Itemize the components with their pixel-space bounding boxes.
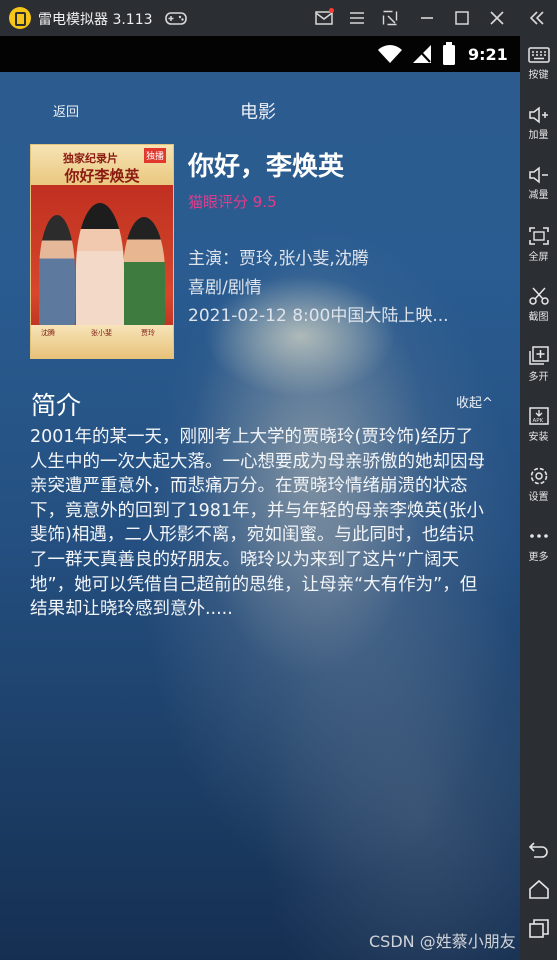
status-bar: 9:21 — [0, 36, 520, 72]
sidebar-item-volume-down[interactable]: 减量 — [520, 166, 557, 201]
movie-poster[interactable]: 独家纪录片 独播 你好李焕英 沈腾 张小斐 贾玲 — [30, 144, 174, 359]
poster-series-label: 独家纪录片 — [63, 152, 118, 165]
sidebar-item-install[interactable]: APK 安装 — [520, 406, 557, 443]
menu-icon[interactable] — [346, 7, 368, 29]
sidebar-label: 加量 — [528, 130, 549, 141]
app-logo-icon — [9, 7, 31, 29]
sidebar-label: 全屏 — [528, 252, 549, 263]
clock: 9:21 — [468, 45, 508, 64]
genre-line: 喜剧/剧情 — [188, 278, 262, 298]
poster-name: 贾玲 — [141, 329, 155, 337]
volume-up-icon — [528, 106, 548, 124]
cast-line: 主演：贾玲,张小斐,沈腾 — [188, 249, 369, 269]
collapse-sidebar-icon[interactable] — [526, 7, 548, 29]
poster-header: 独家纪录片 独播 你好李焕英 — [31, 145, 173, 185]
collapse-button[interactable]: 收起^ — [456, 392, 493, 411]
sidebar-item-keys[interactable]: 按键 — [520, 46, 557, 81]
synopsis-text: 2001年的某一天，刚刚考上大学的贾晓玲(贾玲饰)经历了人生中的一次大起大落。一… — [30, 427, 485, 620]
movie-name: 你好，李焕英 — [188, 152, 345, 182]
keyboard-icon — [527, 47, 550, 63]
maximize-icon[interactable] — [451, 7, 473, 29]
svg-text:APK: APK — [532, 418, 543, 424]
poster-figure — [76, 203, 124, 333]
sidebar-label: 安装 — [528, 432, 549, 443]
mail-icon[interactable] — [313, 7, 335, 29]
sidebar-item-multi-instance[interactable]: 多开 — [520, 346, 557, 383]
battery-icon — [443, 42, 455, 65]
sidebar-label: 截图 — [528, 312, 549, 323]
window-pin-icon[interactable] — [379, 7, 401, 29]
poster-name: 张小斐 — [91, 329, 112, 337]
sidebar-item-settings[interactable]: 设置 — [520, 466, 557, 503]
rating: 猫眼评分 9.5 — [188, 193, 277, 211]
sidebar-item-screenshot[interactable]: 截图 — [520, 286, 557, 323]
poster-names: 沈腾 张小斐 贾玲 — [31, 325, 173, 358]
gamepad-icon[interactable] — [165, 7, 187, 29]
sidebar-label: 更多 — [528, 552, 549, 563]
home-nav-icon[interactable] — [528, 878, 550, 900]
sidebar-label: 设置 — [528, 492, 549, 503]
close-icon[interactable] — [486, 7, 508, 29]
fullscreen-icon — [528, 227, 549, 245]
poster-figure — [39, 215, 75, 330]
emulator-sidebar: 按键 加量 减量 全屏 截图 多开 APK 安装 设置 更多 — [520, 36, 557, 960]
poster-name: 沈腾 — [41, 329, 55, 337]
sidebar-item-more[interactable]: 更多 — [520, 526, 557, 563]
synopsis-title: 简介 — [31, 391, 82, 420]
apk-install-icon: APK — [528, 407, 549, 425]
window-title: 雷电模拟器 3.113 — [38, 12, 153, 28]
sidebar-item-fullscreen[interactable]: 全屏 — [520, 226, 557, 263]
volume-down-icon — [528, 166, 548, 184]
sidebar-label: 按键 — [528, 70, 549, 81]
poster-figure — [123, 217, 165, 329]
sidebar-label: 减量 — [528, 190, 549, 201]
poster-title: 你好李焕英 — [64, 167, 140, 185]
android-screen: 9:21 返回 电影 独家纪录片 独播 你好李焕英 沈腾 张小斐 贾玲 你好，李… — [0, 36, 520, 960]
page-title: 电影 — [240, 102, 276, 123]
scissors-icon — [528, 287, 549, 305]
minimize-icon[interactable] — [416, 7, 438, 29]
back-link[interactable]: 返回 — [53, 101, 79, 120]
back-nav-icon[interactable] — [528, 838, 550, 860]
multi-instance-icon — [528, 346, 549, 365]
recents-nav-icon[interactable] — [528, 918, 550, 940]
more-icon — [529, 534, 548, 538]
wifi-icon — [378, 45, 402, 63]
sidebar-item-volume-up[interactable]: 加量 — [520, 106, 557, 141]
release-line: 2021-02-12 8:00中国大陆上映... — [188, 306, 449, 326]
notification-dot — [329, 8, 334, 13]
sidebar-label: 多开 — [528, 372, 549, 383]
watermark: CSDN @姓蔡小朋友 — [369, 932, 516, 951]
poster-badge: 独播 — [144, 148, 167, 163]
signal-icon — [413, 45, 431, 63]
gear-icon — [530, 467, 547, 485]
emulator-titlebar: 雷电模拟器 3.113 — [0, 0, 557, 36]
